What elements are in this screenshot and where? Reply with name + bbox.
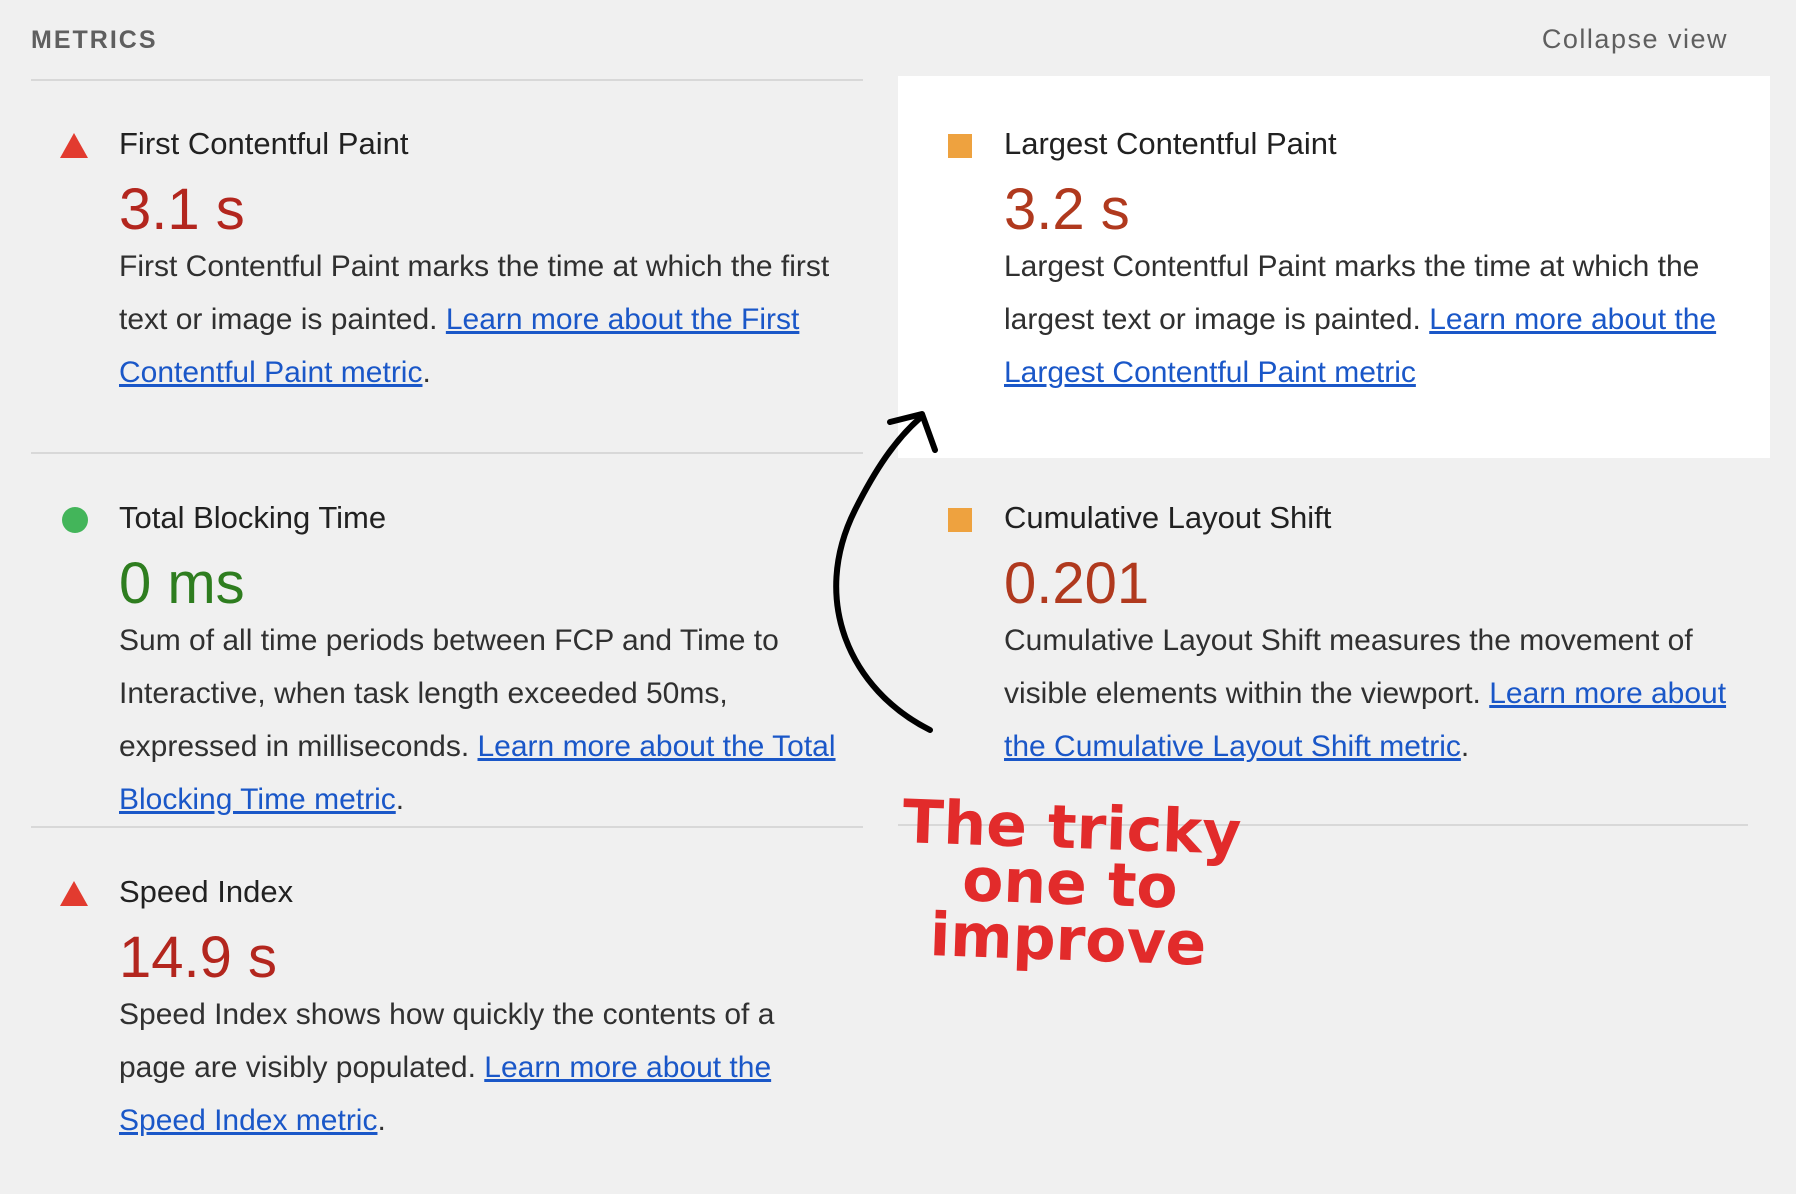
annotation-text: The tricky one to improve [901,787,1243,980]
punctuation: . [395,783,405,816]
metric-cumulative-layout-shift: Cumulative Layout Shift 0.201 Cumulative… [915,470,1745,770]
metric-value: 3.1 s [119,177,245,242]
green-circle-icon [62,507,88,533]
metric-value: 3.2 s [1004,177,1130,242]
orange-square-icon [948,508,972,532]
metric-value: 0 ms [119,551,245,616]
section-title: METRICS [31,26,158,54]
metric-largest-contentful-paint: Largest Contentful Paint 3.2 s Largest C… [915,96,1745,436]
metric-description: Speed Index shows how quickly the conten… [119,988,839,1147]
metric-value: 14.9 s [119,925,277,990]
collapse-view-button[interactable]: Collapse view [1542,24,1728,55]
metric-title: First Contentful Paint [119,126,409,161]
metric-description: First Contentful Paint marks the time at… [119,240,859,399]
metric-description: Cumulative Layout Shift measures the mov… [1004,614,1744,773]
divider [31,79,863,81]
metric-title: Largest Contentful Paint [1004,126,1337,161]
metric-title: Total Blocking Time [119,500,387,535]
metric-title: Cumulative Layout Shift [1004,500,1332,535]
orange-square-icon [948,134,972,158]
metric-description: Sum of all time periods between FCP and … [119,614,839,826]
punctuation: . [422,356,431,389]
metric-total-blocking-time: Total Blocking Time 0 ms Sum of all time… [30,470,836,816]
divider [31,826,863,828]
punctuation: . [1460,730,1470,763]
metric-speed-index: Speed Index 14.9 s Speed Index shows how… [30,844,830,1144]
red-triangle-icon [60,133,88,158]
red-triangle-icon [60,881,88,906]
punctuation: . [377,1104,386,1137]
metric-description: Largest Contentful Paint marks the time … [1004,240,1744,399]
metric-first-contentful-paint: First Contentful Paint 3.1 s First Conte… [30,96,830,436]
metric-title: Speed Index [119,874,294,909]
curved-arrow-icon [833,411,938,733]
divider [31,452,863,454]
metric-value: 0.201 [1004,551,1150,616]
